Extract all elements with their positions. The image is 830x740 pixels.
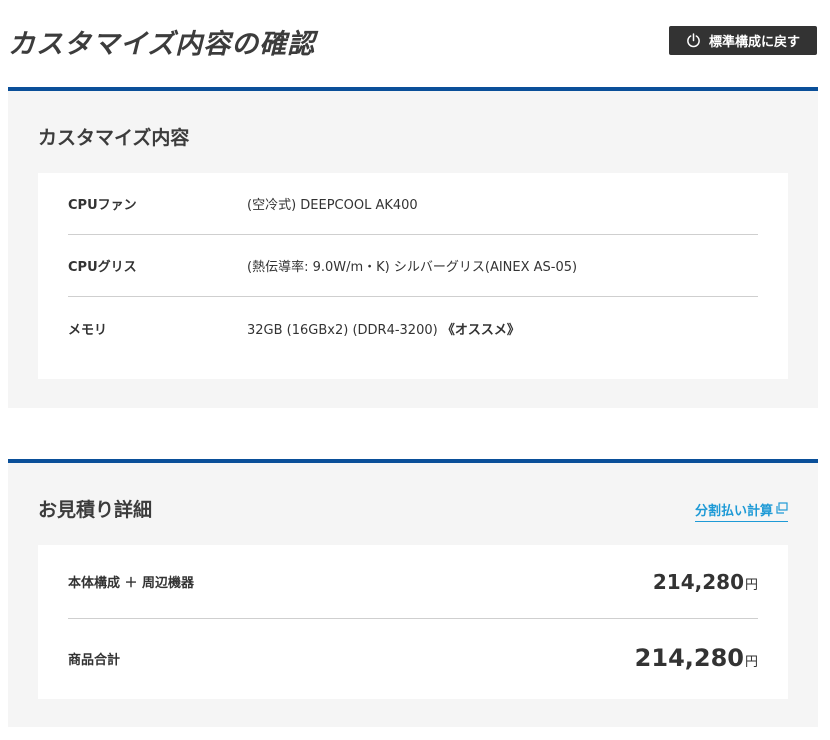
installment-link-label: 分割払い計算 <box>694 504 773 519</box>
spec-label: CPUグリス <box>68 260 137 275</box>
estimate-heading: お見積り詳細 <box>38 499 153 521</box>
spec-label: メモリ <box>68 322 108 338</box>
total-label: 商品合計 <box>68 652 121 668</box>
power-icon <box>686 33 701 48</box>
reset-button-label: 標準構成に戻す <box>708 35 800 50</box>
total-value: 214,280 <box>634 644 744 672</box>
customization-list: CPUファン (空冷式) DEEPCOOL AK400 CPUグリス (熱伝導率… <box>38 173 788 379</box>
subtotal-row: 本体構成 ＋ 周辺機器 214,280 円 <box>68 545 758 619</box>
spec-value: (空冷式) DEEPCOOL AK400 <box>247 198 418 213</box>
installment-calc-link[interactable]: 分割払い計算 <box>694 500 788 522</box>
currency-unit: 円 <box>744 655 758 670</box>
total-row: 商品合計 214,280 円 <box>68 619 758 697</box>
spec-label: CPUファン <box>68 198 137 213</box>
customization-panel: カスタマイズ内容 CPUファン (空冷式) DEEPCOOL AK400 CPU… <box>8 87 818 408</box>
total-amount: 214,280 円 <box>635 644 758 672</box>
subtotal-value: 214,280 <box>652 569 744 594</box>
page-title: カスタマイズ内容の確認 <box>8 29 316 60</box>
estimate-panel: お見積り詳細 分割払い計算 本体構成 ＋ 周辺機器 214,280 円 商品合計… <box>8 459 818 727</box>
spec-value-wrapper: 32GB (16GBx2) (DDR4-3200) 《オススメ》 <box>247 319 520 338</box>
subtotal-amount: 214,280 円 <box>653 570 758 594</box>
spec-row-cpu-fan: CPUファン (空冷式) DEEPCOOL AK400 <box>68 173 758 235</box>
recommended-badge: 《オススメ》 <box>441 322 520 338</box>
spec-row-memory: メモリ 32GB (16GBx2) (DDR4-3200) 《オススメ》 <box>68 297 758 359</box>
currency-unit: 円 <box>744 577 758 593</box>
spec-value: (熱伝導率: 9.0W/m・K) シルバーグリス(AINEX AS-05) <box>247 260 578 275</box>
estimate-list: 本体構成 ＋ 周辺機器 214,280 円 商品合計 214,280 円 <box>38 545 788 699</box>
customization-heading: カスタマイズ内容 <box>38 127 190 149</box>
reset-to-standard-button[interactable]: 標準構成に戻す <box>669 26 817 55</box>
spec-row-cpu-grease: CPUグリス (熱伝導率: 9.0W/m・K) シルバーグリス(AINEX AS… <box>68 235 758 297</box>
external-window-icon <box>776 501 788 518</box>
subtotal-label: 本体構成 ＋ 周辺機器 <box>68 576 195 591</box>
spec-value: 32GB (16GBx2) (DDR4-3200) <box>247 322 442 338</box>
